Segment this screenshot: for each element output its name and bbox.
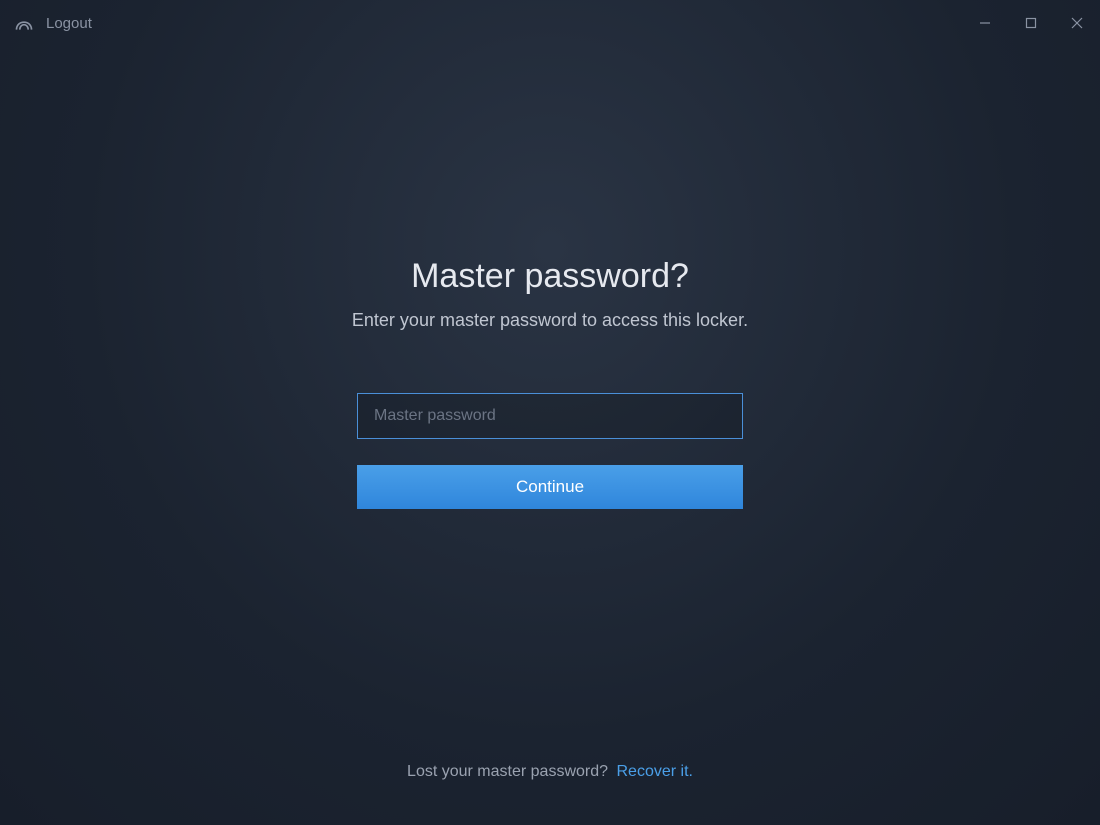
lost-password-text: Lost your master password?	[407, 763, 608, 780]
master-password-input[interactable]	[357, 393, 743, 439]
main-content: Master password? Enter your master passw…	[0, 0, 1100, 825]
continue-button[interactable]: Continue	[357, 465, 743, 509]
footer: Lost your master password? Recover it.	[0, 763, 1100, 781]
recover-link[interactable]: Recover it.	[616, 763, 692, 780]
page-heading: Master password?	[411, 257, 689, 296]
page-subheading: Enter your master password to access thi…	[352, 310, 748, 331]
